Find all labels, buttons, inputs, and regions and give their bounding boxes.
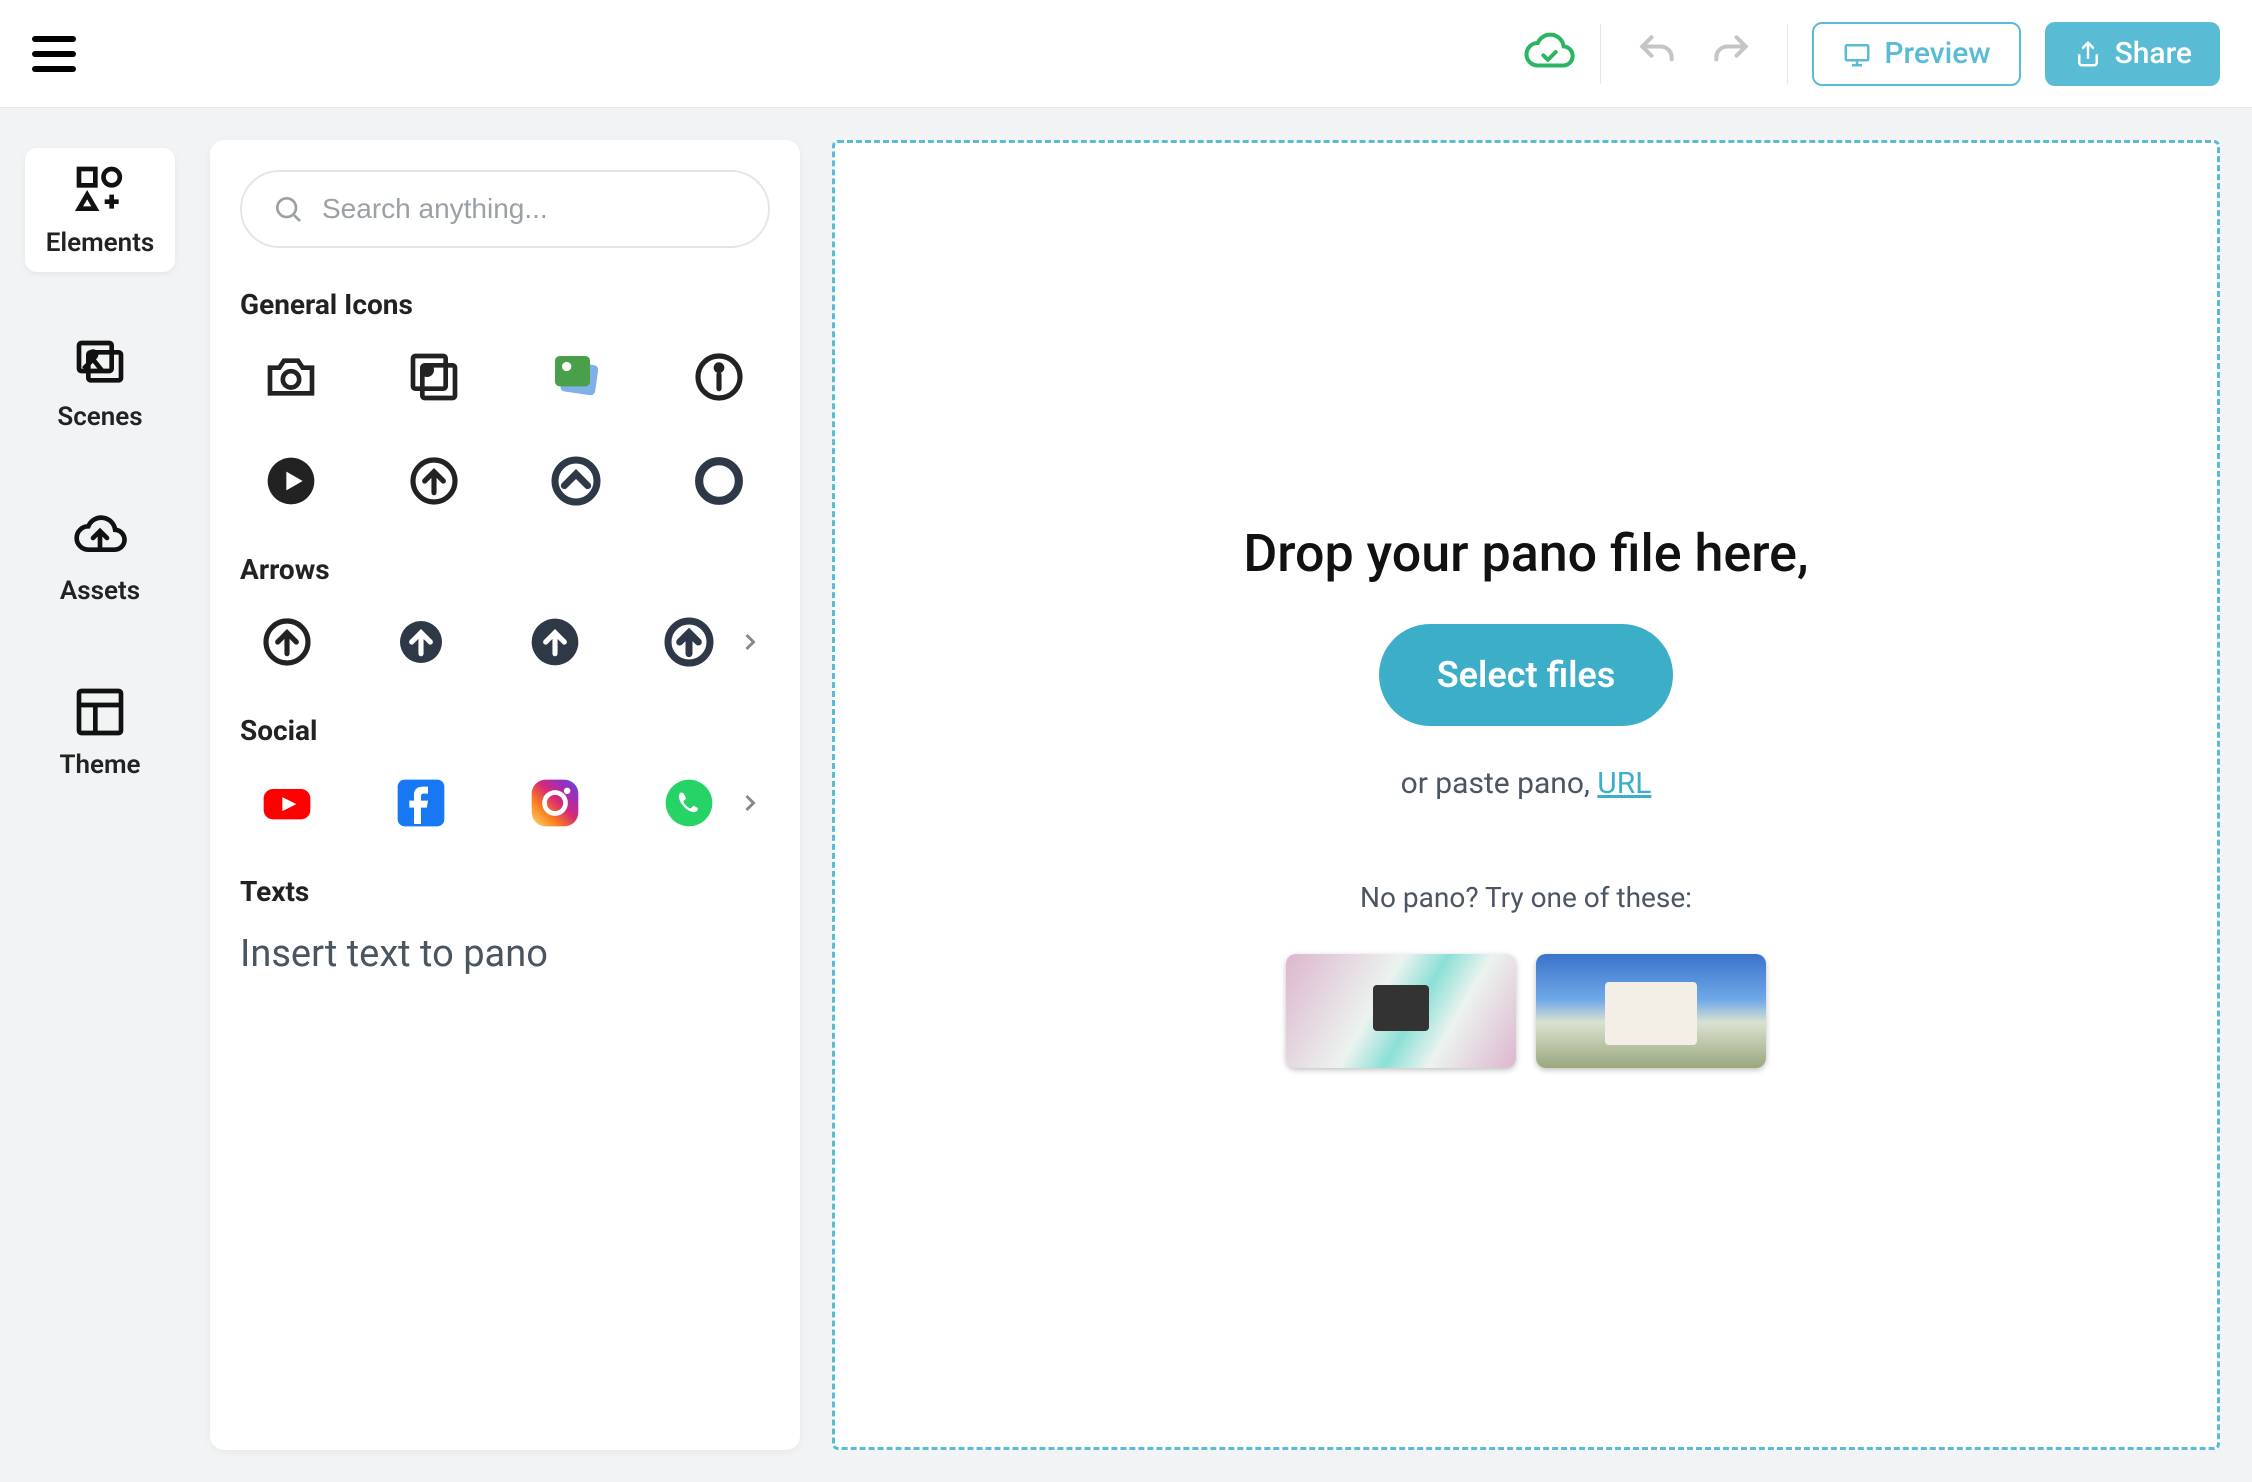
youtube-icon[interactable] [255, 771, 319, 835]
circle-outline-icon[interactable] [687, 449, 751, 513]
arrow-up-solid-small-icon[interactable] [389, 610, 453, 674]
share-button[interactable]: Share [2045, 22, 2220, 86]
search-icon [272, 193, 304, 225]
picture-icon[interactable] [544, 345, 608, 409]
paste-prefix: or paste pano, [1401, 766, 1598, 801]
dropzone-title: Drop your pano file here, [1243, 523, 1808, 584]
canvas-area: Drop your pano file here, Select files o… [800, 108, 2252, 1482]
rail-label: Assets [60, 576, 140, 606]
section-title-general: General Icons [240, 288, 770, 321]
redo-button[interactable] [1709, 30, 1753, 78]
rail-tab-elements[interactable]: Elements [25, 148, 175, 272]
play-icon[interactable] [259, 449, 323, 513]
info-icon[interactable] [687, 345, 751, 409]
arrow-up-outline-icon[interactable] [255, 610, 319, 674]
top-bar: Preview Share [0, 0, 2252, 108]
section-title-texts: Texts [240, 875, 770, 908]
undo-redo-group [1625, 30, 1763, 78]
photo-stack-icon[interactable] [402, 345, 466, 409]
general-icons-grid [240, 345, 770, 513]
pano-dropzone[interactable]: Drop your pano file here, Select files o… [832, 140, 2220, 1450]
try-samples-label: No pano? Try one of these: [1360, 881, 1692, 914]
social-more-button[interactable] [730, 789, 770, 817]
sidebar-rail: Elements Scenes Assets Theme [0, 108, 200, 1482]
arrows-more-button[interactable] [730, 628, 770, 656]
select-files-button[interactable]: Select files [1379, 624, 1674, 726]
section-title-social: Social [240, 714, 770, 747]
search-input-wrap[interactable] [240, 170, 770, 248]
rail-label: Theme [59, 750, 140, 780]
paste-line: or paste pano, URL [1401, 766, 1652, 801]
camera-icon[interactable] [259, 345, 323, 409]
sample-pano-interior[interactable] [1286, 954, 1516, 1068]
social-grid [240, 771, 736, 835]
section-title-arrows: Arrows [240, 553, 770, 586]
elements-panel: General Icons Arrows Social [210, 140, 800, 1450]
preview-label: Preview [1884, 36, 1990, 71]
up-circle-outline-icon[interactable] [402, 449, 466, 513]
rail-tab-theme[interactable]: Theme [25, 670, 175, 794]
arrow-up-solid-large-icon[interactable] [523, 610, 587, 674]
topbar-right: Preview Share [1522, 22, 2220, 86]
rail-tab-assets[interactable]: Assets [25, 496, 175, 620]
chevron-up-circle-icon[interactable] [544, 449, 608, 513]
sample-pano-exterior[interactable] [1536, 954, 1766, 1068]
insert-text-item[interactable]: Insert text to pano [240, 932, 770, 976]
divider [1600, 24, 1601, 84]
search-input[interactable] [322, 193, 738, 225]
rail-label: Scenes [57, 402, 142, 432]
instagram-icon[interactable] [523, 771, 587, 835]
whatsapp-icon[interactable] [657, 771, 721, 835]
divider [1787, 24, 1788, 84]
main-area: Elements Scenes Assets Theme [0, 108, 2252, 1482]
menu-button[interactable] [32, 32, 76, 76]
facebook-icon[interactable] [389, 771, 453, 835]
rail-label: Elements [46, 228, 155, 258]
paste-url-link[interactable]: URL [1597, 766, 1651, 801]
sample-list [1286, 954, 1766, 1068]
undo-button[interactable] [1635, 30, 1679, 78]
cloud-saved-icon [1522, 25, 1576, 83]
preview-button[interactable]: Preview [1812, 22, 2020, 86]
rail-tab-scenes[interactable]: Scenes [25, 322, 175, 446]
share-label: Share [2115, 36, 2192, 71]
arrow-up-ring-icon[interactable] [657, 610, 721, 674]
arrows-grid [240, 610, 736, 674]
